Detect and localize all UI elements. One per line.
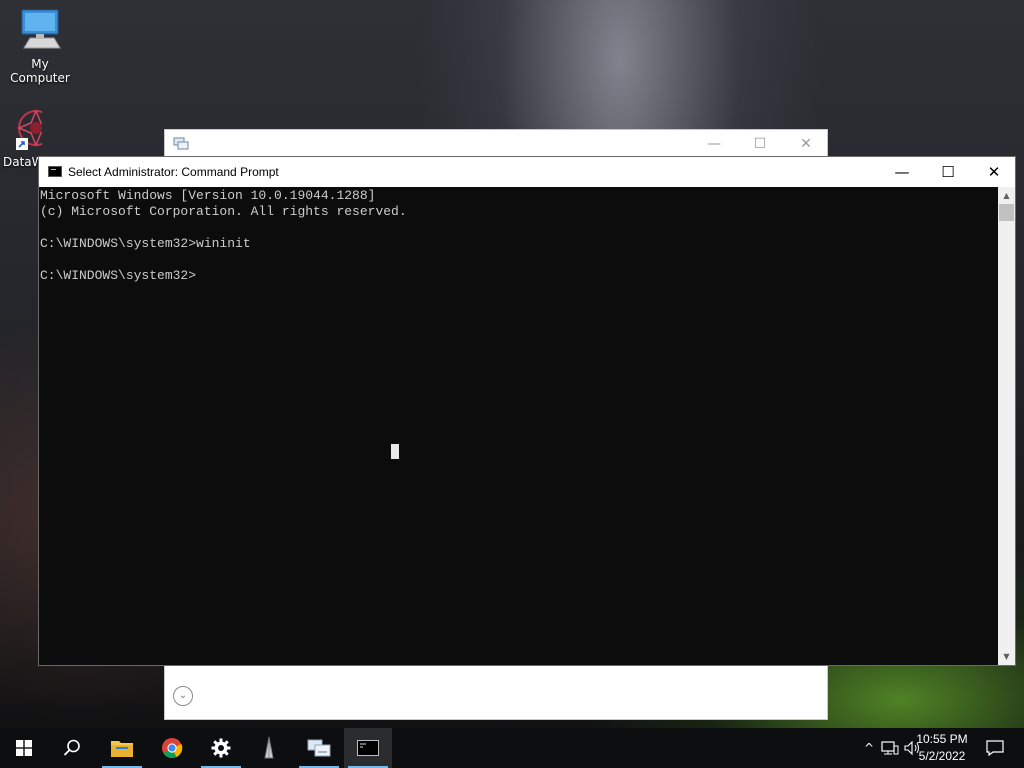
chevron-up-icon[interactable]: ^ <box>860 728 878 768</box>
chevron-down-circle-icon[interactable]: ⌄ <box>173 686 193 706</box>
app-button[interactable] <box>245 728 293 768</box>
network-icon[interactable] <box>880 728 900 768</box>
console-output[interactable]: Microsoft Windows [Version 10.0.19044.12… <box>39 187 998 665</box>
console-prompt-line: C:\WINDOWS\system32> <box>40 268 197 283</box>
command-prompt-titlebar[interactable]: Select Administrator: Command Prompt — ☐… <box>39 157 1015 187</box>
background-minimize-button[interactable]: — <box>691 130 737 158</box>
maximize-button[interactable]: ☐ <box>925 157 971 187</box>
taskbar: ^ 10:55 PM 5/2/2022 <box>0 728 1024 768</box>
cmd-icon <box>357 740 379 756</box>
background-window-titlebar[interactable]: — ☐ ✕ <box>165 130 827 158</box>
chrome-button[interactable] <box>148 728 196 768</box>
windows-logo-icon <box>16 740 32 756</box>
background-close-button[interactable]: ✕ <box>783 130 829 158</box>
network-window-icon <box>307 739 331 757</box>
clock[interactable]: 10:55 PM 5/2/2022 <box>910 731 974 765</box>
console-line: (c) Microsoft Corporation. All rights re… <box>40 204 407 219</box>
scroll-up-arrow-icon[interactable]: ▲ <box>998 187 1015 204</box>
command-prompt-button[interactable] <box>344 728 392 768</box>
chrome-icon <box>162 738 183 759</box>
cmd-icon <box>48 166 62 177</box>
close-button[interactable]: ✕ <box>971 157 1017 187</box>
window-title: Select Administrator: Command Prompt <box>68 165 279 179</box>
system-tray: ^ 10:55 PM 5/2/2022 <box>824 728 1024 768</box>
minimize-button[interactable]: — <box>879 157 925 187</box>
clock-time: 10:55 PM <box>916 732 968 746</box>
console-line: C:\WINDOWS\system32>wininit <box>40 236 251 251</box>
vertical-scrollbar[interactable]: ▲ ▼ <box>998 187 1015 665</box>
desktop-icon-my-computer[interactable]: My Computer <box>0 8 80 85</box>
command-prompt-window[interactable]: Select Administrator: Command Prompt — ☐… <box>38 156 1016 666</box>
search-icon <box>63 739 80 756</box>
settings-button[interactable] <box>197 728 245 768</box>
background-maximize-button[interactable]: ☐ <box>737 130 783 158</box>
notification-icon[interactable] <box>980 728 1010 768</box>
scroll-down-arrow-icon[interactable]: ▼ <box>998 648 1015 665</box>
folder-icon <box>111 741 133 757</box>
app-icon <box>264 736 274 759</box>
file-explorer-button[interactable] <box>98 728 146 768</box>
desktop-icon-label: My Computer <box>10 57 70 85</box>
gear-icon <box>211 738 231 758</box>
start-button[interactable] <box>0 728 48 768</box>
console-line: Microsoft Windows [Version 10.0.19044.12… <box>40 188 376 203</box>
network-window-icon <box>173 137 189 150</box>
computer-icon <box>21 9 61 49</box>
scrollbar-thumb[interactable] <box>999 204 1014 221</box>
search-button[interactable] <box>48 728 96 768</box>
text-cursor <box>391 444 399 459</box>
network-app-button[interactable] <box>295 728 343 768</box>
desktop-icon-dataw[interactable]: DataW <box>0 108 42 169</box>
clock-date: 5/2/2022 <box>918 749 966 763</box>
desktop-icon-label: DataW <box>3 155 42 169</box>
dataw-shortcut-icon <box>16 109 42 150</box>
